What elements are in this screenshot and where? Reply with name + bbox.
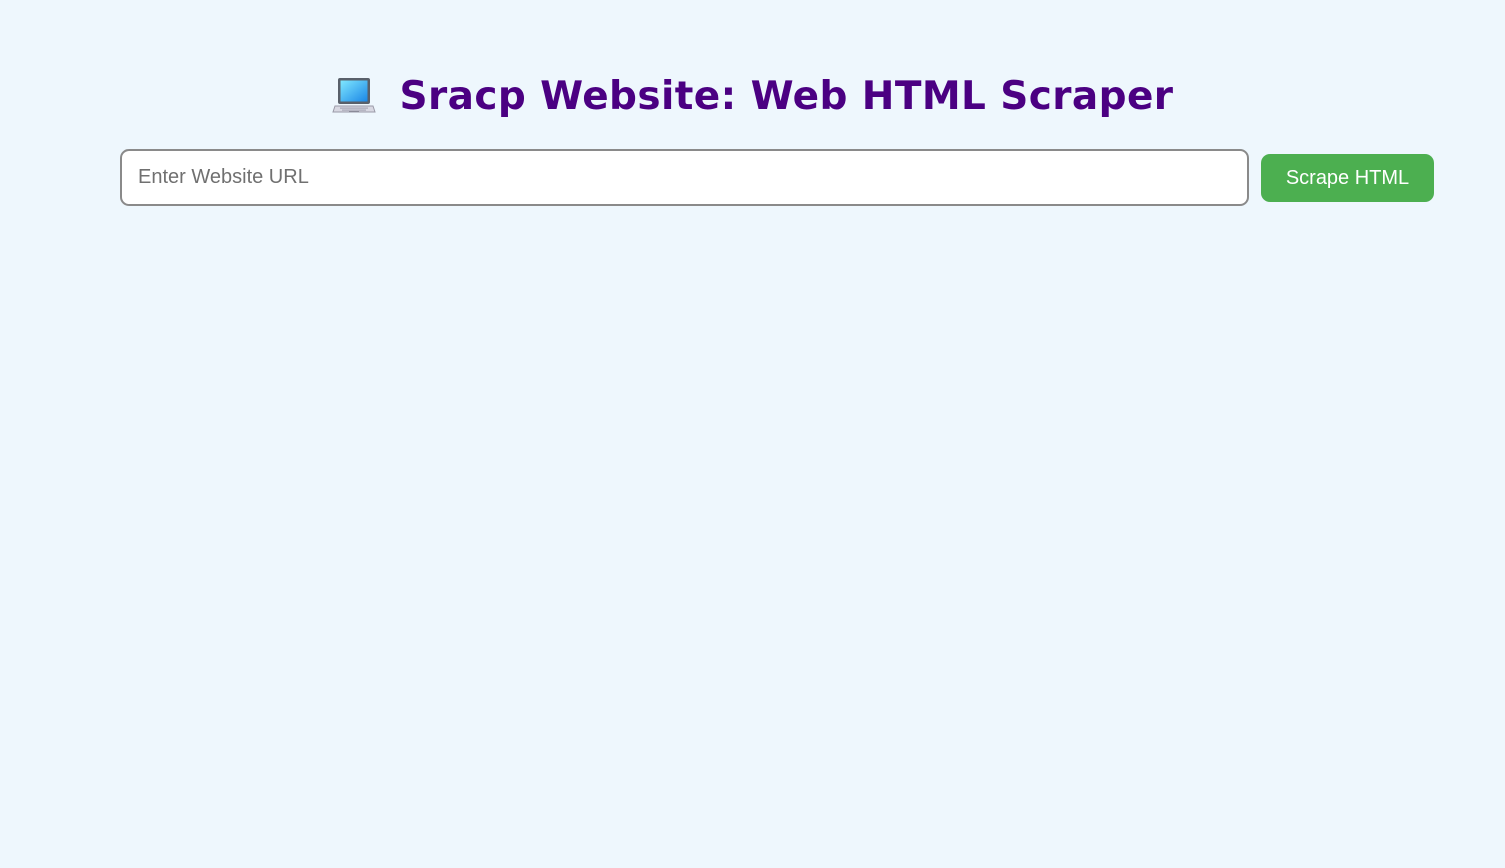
page-header: Sracp Website: Web HTML Scraper — [0, 68, 1505, 124]
url-input[interactable] — [120, 149, 1249, 206]
laptop-icon — [331, 74, 376, 118]
scrape-html-button[interactable]: Scrape HTML — [1261, 154, 1434, 202]
page-title: Sracp Website: Web HTML Scraper — [399, 73, 1174, 119]
scraper-page: Sracp Website: Web HTML Scraper Scrape H… — [0, 0, 1505, 868]
